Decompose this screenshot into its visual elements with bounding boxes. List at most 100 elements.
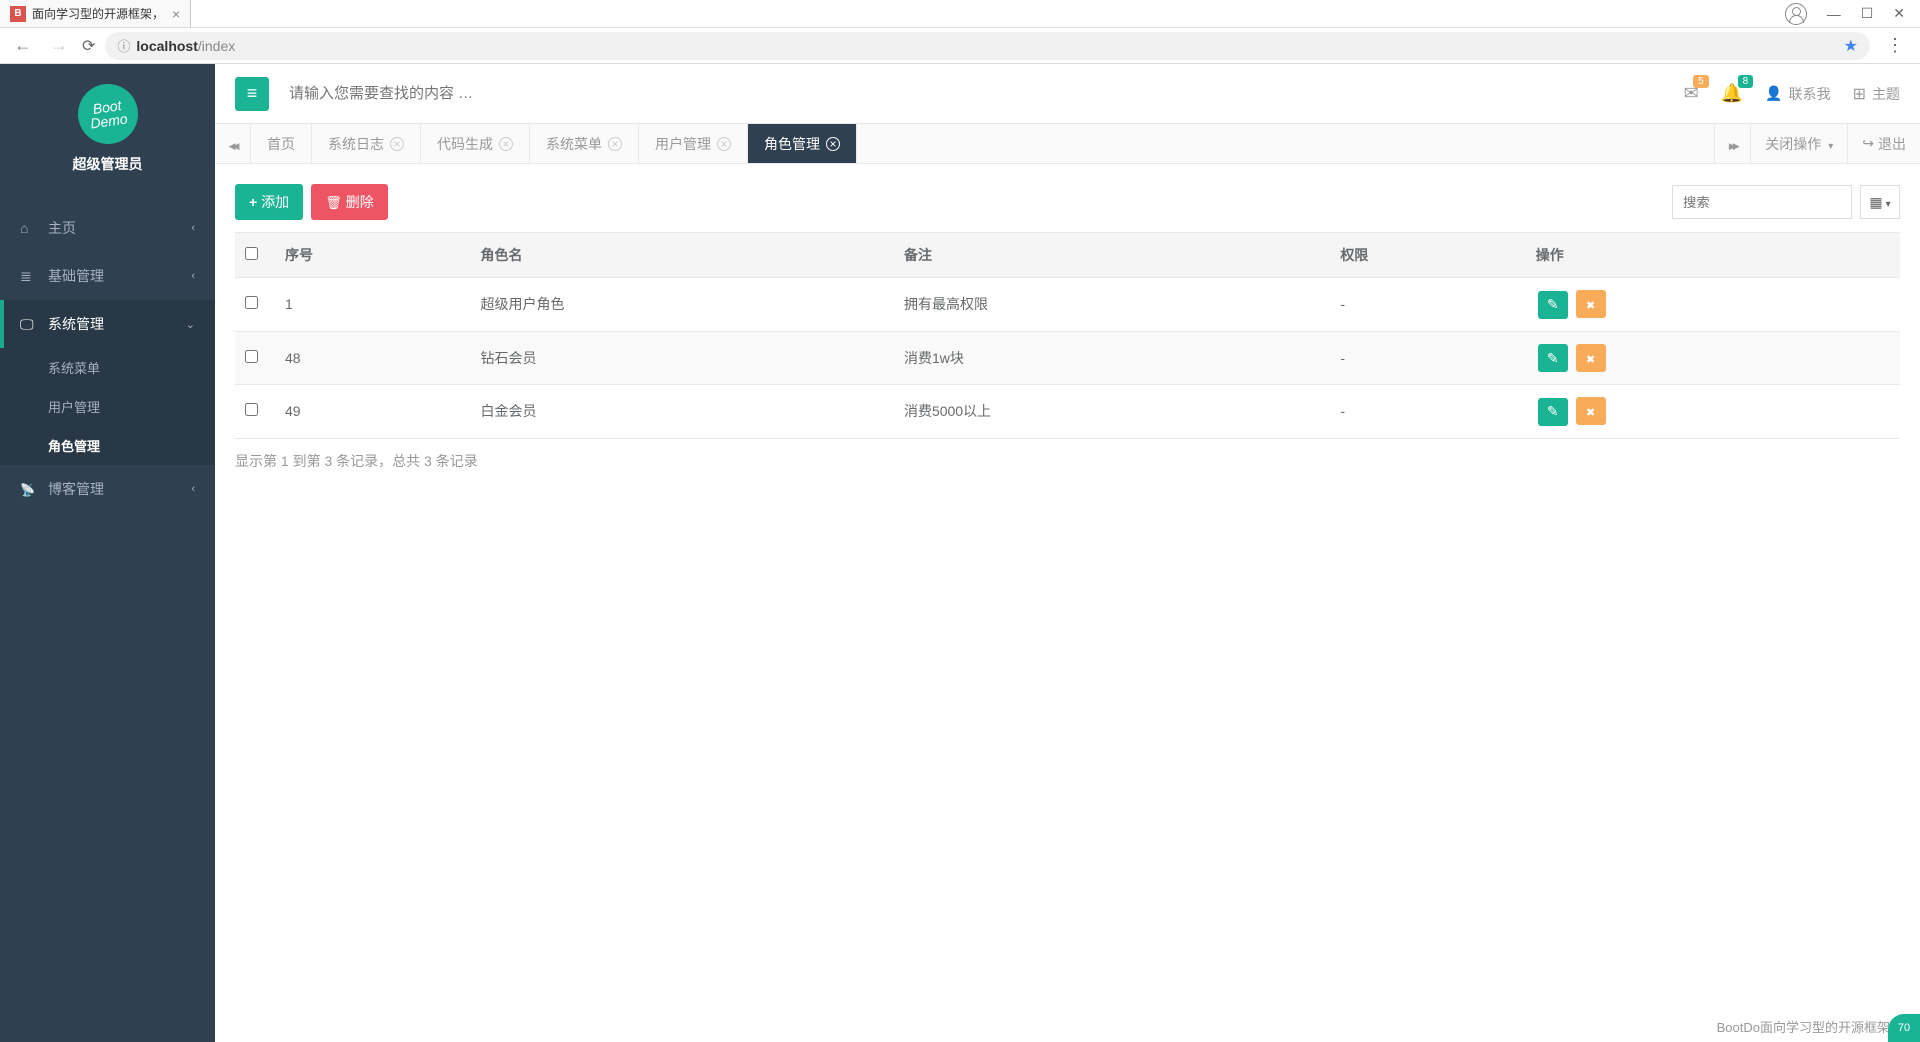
- times-icon: [1586, 296, 1595, 312]
- window-controls: — ☐ ✕: [1785, 3, 1920, 25]
- tab-codegen[interactable]: 代码生成 ×: [421, 124, 530, 163]
- sidebar-item-home[interactable]: 主页 ‹: [0, 204, 215, 252]
- tab-close-icon[interactable]: ×: [499, 137, 513, 151]
- window-close[interactable]: ✕: [1893, 5, 1905, 22]
- tab-close-icon[interactable]: ×: [390, 137, 404, 151]
- double-left-icon: [229, 136, 237, 152]
- chevron-left-icon: ‹: [191, 222, 195, 234]
- tab-close-icon[interactable]: ×: [826, 137, 840, 151]
- header-remark: 备注: [894, 233, 1330, 278]
- sidebar-item-basic[interactable]: 基础管理 ‹: [0, 252, 215, 300]
- browser-tab-close[interactable]: ×: [172, 6, 180, 22]
- contact-link[interactable]: 联系我: [1765, 84, 1830, 104]
- tab-label: 代码生成: [437, 134, 493, 154]
- theme-label: 主题: [1872, 84, 1900, 104]
- tab-home[interactable]: 首页: [251, 124, 312, 163]
- site-info-icon[interactable]: ⓘ: [117, 36, 130, 55]
- list-icon: [20, 268, 40, 285]
- edit-icon: [1547, 350, 1559, 367]
- sidebar-item-blog[interactable]: 博客管理 ‹: [0, 465, 215, 513]
- row-checkbox[interactable]: [245, 403, 258, 416]
- url-box[interactable]: ⓘ localhost/index ★: [105, 32, 1870, 60]
- mail-button[interactable]: 5: [1684, 83, 1699, 104]
- times-icon: [1586, 350, 1595, 366]
- grid-icon: [1869, 194, 1882, 211]
- tab-usermgr[interactable]: 用户管理 ×: [639, 124, 748, 163]
- header-rolename: 角色名: [470, 233, 894, 278]
- address-bar: ← → ⟳ ⓘ localhost/index ★ ⋮: [0, 28, 1920, 64]
- logout-button[interactable]: 退出: [1847, 124, 1920, 163]
- bookmark-star-icon[interactable]: ★: [1844, 36, 1858, 56]
- add-button[interactable]: 添加: [235, 184, 303, 220]
- sidebar-subitem-role[interactable]: 角色管理: [0, 426, 215, 465]
- browser-tab[interactable]: B 面向学习型的开源框架， ×: [0, 0, 191, 27]
- sidebar-item-label: 博客管理: [48, 479, 191, 499]
- notifications-button[interactable]: 8: [1721, 83, 1743, 104]
- tabs-bar: 首页 系统日志× 代码生成 × 系统菜单× 用户管理 × 角色管理 × 关闭操作 退出: [215, 124, 1920, 164]
- columns-toggle-button[interactable]: [1860, 185, 1900, 219]
- tab-close-icon[interactable]: ×: [717, 137, 731, 151]
- logo-icon: Boot Demo: [74, 80, 142, 148]
- search-input[interactable]: [289, 85, 689, 102]
- tab-syslog[interactable]: 系统日志×: [312, 124, 421, 163]
- tabs-scroll-left[interactable]: [215, 124, 251, 163]
- cell-rolename: 白金会员: [470, 385, 894, 439]
- nav-back[interactable]: ←: [10, 35, 36, 56]
- select-all-checkbox[interactable]: [245, 247, 258, 260]
- tab-sysmenu[interactable]: 系统菜单×: [530, 124, 639, 163]
- nav-menu: 主页 ‹ 基础管理 ‹ 系统管理 ⌄ 系统菜单 用户管理 角色管理 博客管理: [0, 204, 215, 513]
- cell-remark: 消费5000以上: [894, 385, 1330, 439]
- row-checkbox[interactable]: [245, 350, 258, 363]
- browser-menu[interactable]: ⋮: [1880, 35, 1910, 56]
- toolbar: 添加 删除: [235, 184, 1900, 220]
- tab-rolemgr[interactable]: 角色管理 ×: [748, 124, 857, 163]
- tab-close-icon[interactable]: ×: [608, 137, 622, 151]
- tab-label: 角色管理: [764, 134, 820, 154]
- theme-icon: [1853, 84, 1866, 104]
- cell-permission: -: [1330, 385, 1525, 439]
- plus-icon: [249, 194, 257, 210]
- tab-label: 用户管理: [655, 134, 711, 154]
- nav-forward[interactable]: →: [46, 35, 72, 56]
- tabs-scroll-right[interactable]: [1714, 124, 1750, 163]
- close-ops-label: 关闭操作: [1765, 134, 1821, 154]
- sidebar-subitem-user[interactable]: 用户管理: [0, 387, 215, 426]
- row-delete-button[interactable]: [1576, 397, 1606, 425]
- table-search-input[interactable]: [1672, 185, 1852, 219]
- toolbar-right: [1672, 185, 1900, 219]
- theme-link[interactable]: 主题: [1853, 84, 1900, 104]
- sidebar-item-label: 系统管理: [48, 314, 186, 334]
- row-checkbox[interactable]: [245, 296, 258, 309]
- trash-icon: [325, 194, 342, 211]
- cell-rolename: 钻石会员: [470, 331, 894, 385]
- sidebar-subitem-menu[interactable]: 系统菜单: [0, 348, 215, 387]
- signout-icon: [1862, 135, 1874, 152]
- tabs-close-ops[interactable]: 关闭操作: [1750, 124, 1847, 163]
- profile-icon[interactable]: [1785, 3, 1807, 25]
- window-maximize[interactable]: ☐: [1861, 5, 1874, 22]
- float-badge[interactable]: 70: [1888, 1014, 1920, 1042]
- menu-toggle-button[interactable]: [235, 77, 269, 111]
- row-delete-button[interactable]: [1576, 290, 1606, 318]
- role-table: 序号 角色名 备注 权限 操作 1 超级用户角色 拥有最高权限 -: [235, 232, 1900, 439]
- tab-label: 首页: [267, 134, 295, 154]
- home-icon: [20, 220, 40, 236]
- logout-label: 退出: [1878, 134, 1906, 154]
- nav-reload[interactable]: ⟳: [82, 36, 95, 56]
- main-area: 5 8 联系我 主题 首页 系统日志×: [215, 64, 1920, 1042]
- table-info: 显示第 1 到第 3 条记录，总共 3 条记录: [235, 451, 1900, 471]
- sidebar-item-system[interactable]: 系统管理 ⌄: [0, 300, 215, 348]
- row-edit-button[interactable]: [1538, 344, 1568, 372]
- row-edit-button[interactable]: [1538, 291, 1568, 319]
- desktop-icon: [20, 316, 40, 333]
- times-icon: [1586, 403, 1595, 419]
- table-row: 49 白金会员 消费5000以上 -: [235, 385, 1900, 439]
- row-delete-button[interactable]: [1576, 344, 1606, 372]
- delete-button[interactable]: 删除: [311, 184, 388, 220]
- row-edit-button[interactable]: [1538, 398, 1568, 426]
- topbar-right: 5 8 联系我 主题: [1684, 83, 1900, 104]
- window-minimize[interactable]: —: [1827, 6, 1841, 22]
- topbar-search: [289, 85, 1684, 102]
- cell-seq: 1: [275, 278, 470, 332]
- cell-permission: -: [1330, 331, 1525, 385]
